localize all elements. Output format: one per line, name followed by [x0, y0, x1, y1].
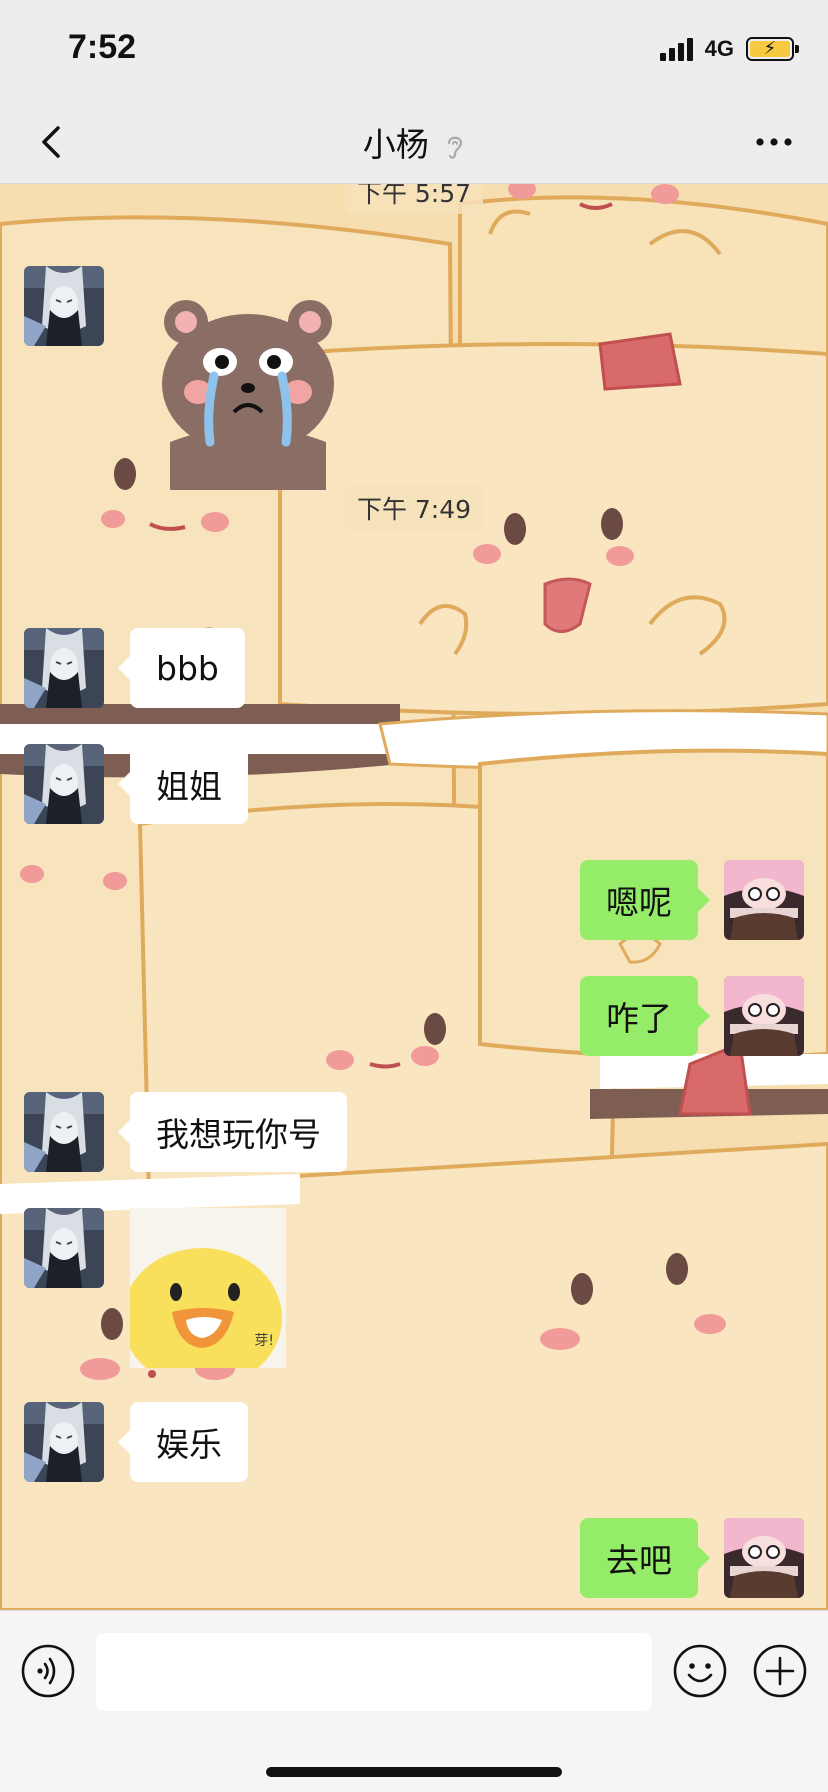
- my-avatar[interactable]: [724, 860, 804, 940]
- status-bar: 7:52 4G ⚡: [0, 0, 828, 100]
- message-bubble-outgoing[interactable]: 嗯呢: [580, 860, 710, 940]
- contact-name: 小杨: [362, 125, 429, 164]
- yellow-chick-sticker[interactable]: 芽!: [130, 1208, 286, 1368]
- contact-avatar[interactable]: [24, 1092, 104, 1172]
- nav-bar: 小杨: [0, 100, 828, 184]
- message-input[interactable]: [96, 1633, 652, 1711]
- message-bubble-incoming[interactable]: 我想玩你号: [118, 1092, 347, 1172]
- my-avatar[interactable]: [724, 976, 804, 1056]
- contact-avatar[interactable]: [24, 1402, 104, 1482]
- network-type: 4G: [704, 36, 734, 61]
- contact-avatar[interactable]: [24, 266, 104, 346]
- my-avatar[interactable]: [724, 1518, 804, 1598]
- contact-avatar[interactable]: [24, 1208, 104, 1288]
- status-indicators: 4G ⚡: [659, 34, 799, 64]
- sticker-caption: 芽!: [254, 1333, 274, 1349]
- more-dots-icon[interactable]: [750, 120, 798, 164]
- signal-icon: [659, 37, 693, 61]
- message-bubble-incoming[interactable]: bbb: [118, 628, 245, 708]
- voice-icon[interactable]: [20, 1643, 76, 1699]
- message-bubble-incoming[interactable]: 娱乐: [118, 1402, 248, 1482]
- message-bubble-outgoing[interactable]: 去吧: [580, 1518, 710, 1598]
- chat-area[interactable]: 下午 5:57 下午 7:49 bbb 姐姐 嗯呢 咋了 我想玩你号 芽! 娱乐…: [0, 184, 828, 1610]
- timestamp: 下午 5:57: [0, 184, 828, 214]
- timestamp: 下午 7:49: [0, 486, 828, 530]
- message-bubble-incoming[interactable]: 姐姐: [118, 744, 248, 824]
- chat-title: 小杨: [0, 118, 828, 166]
- plus-icon[interactable]: [752, 1643, 808, 1699]
- contact-avatar[interactable]: [24, 628, 104, 708]
- status-time: 7:52: [68, 28, 137, 66]
- crying-bear-sticker[interactable]: [150, 292, 346, 490]
- avatar-image: [24, 266, 104, 346]
- battery-icon: ⚡: [746, 37, 799, 61]
- home-indicator[interactable]: [266, 1767, 562, 1777]
- message-bubble-outgoing[interactable]: 咋了: [580, 976, 710, 1056]
- emoji-icon[interactable]: [672, 1643, 728, 1699]
- contact-avatar[interactable]: [24, 744, 104, 824]
- input-bar: [0, 1610, 828, 1792]
- ear-icon: [448, 136, 463, 159]
